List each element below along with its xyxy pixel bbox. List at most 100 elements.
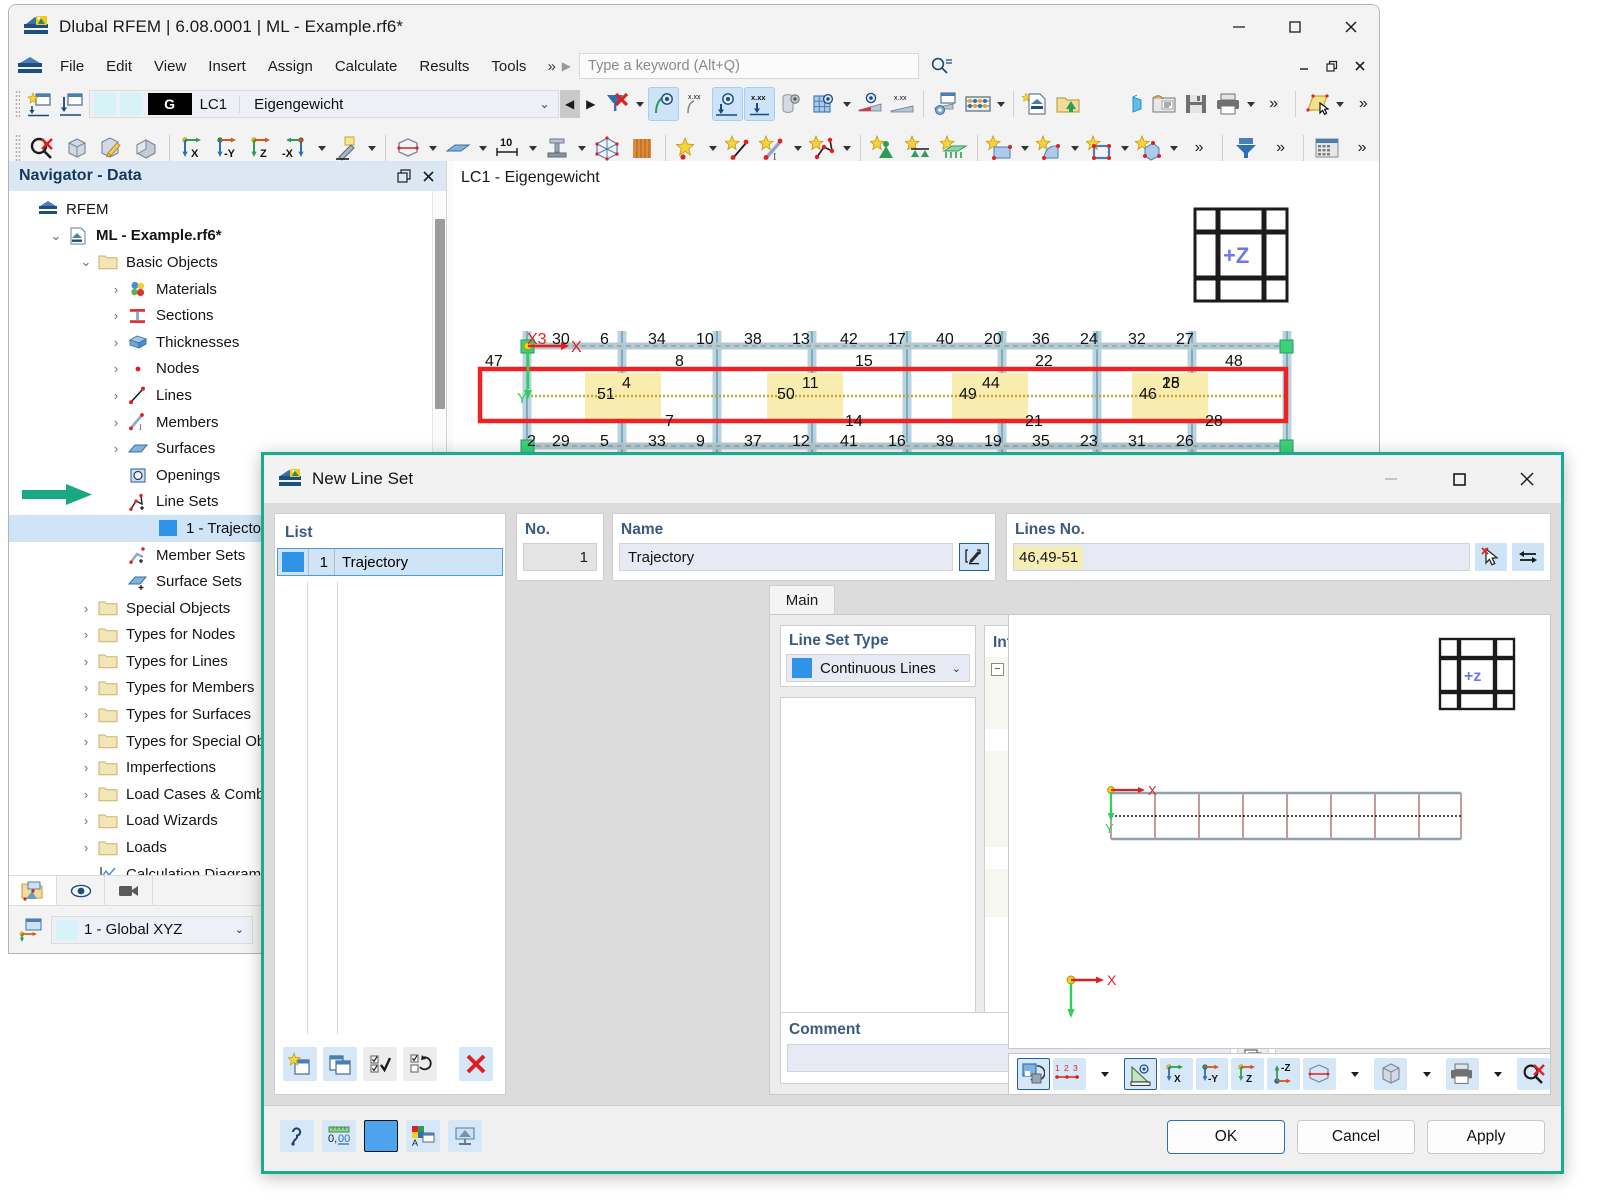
- menu-play-icon[interactable]: ▶: [562, 59, 579, 73]
- value-format-gradient-button[interactable]: x.xx: [886, 87, 917, 121]
- menu-file[interactable]: File: [49, 54, 95, 79]
- select-surface-button[interactable]: [1302, 87, 1333, 121]
- tree-expander-icon[interactable]: ›: [105, 335, 127, 350]
- show-values-on-nodes-button[interactable]: [711, 87, 744, 121]
- render-wireframe-button[interactable]: [392, 131, 426, 165]
- new-load-case-button[interactable]: [24, 87, 55, 121]
- new-model-button[interactable]: [1020, 87, 1051, 121]
- tree-expander-icon[interactable]: ›: [75, 787, 97, 802]
- previous-load-case-button[interactable]: ◀: [559, 90, 580, 118]
- nav-item-basic-objects[interactable]: ⌄ Basic Objects: [9, 249, 446, 276]
- axis-orientation-cube[interactable]: +Z: [1193, 207, 1291, 305]
- view-z-button[interactable]: Z: [1231, 1058, 1265, 1090]
- dimension-button[interactable]: 10: [491, 131, 525, 165]
- chevron-down-icon[interactable]: ⌄: [235, 923, 252, 936]
- ok-button[interactable]: OK: [1167, 1120, 1285, 1154]
- tree-expander-icon[interactable]: ›: [105, 388, 127, 403]
- tree-expander-icon[interactable]: ›: [105, 361, 127, 376]
- filter-delete-button[interactable]: [602, 87, 633, 121]
- menu-edit[interactable]: Edit: [95, 54, 143, 79]
- tree-expander-icon[interactable]: ›: [75, 601, 97, 616]
- numbering-dropdown-button[interactable]: [1089, 1058, 1122, 1090]
- toolbar-grip[interactable]: [15, 90, 21, 118]
- nav-item-sections[interactable]: › Sections: [9, 302, 446, 329]
- render-dropdown-button[interactable]: [426, 133, 440, 163]
- new-curved-surface-dropdown-button[interactable]: [1068, 133, 1082, 163]
- navigator-tab-display[interactable]: [57, 876, 105, 906]
- print-dropdown-button[interactable]: [1244, 89, 1257, 119]
- wireframe-button[interactable]: [1302, 1058, 1336, 1090]
- new-opening-dropdown-button[interactable]: [1118, 133, 1132, 163]
- view-minus-y-button[interactable]: -Y: [1195, 1058, 1229, 1090]
- reverse-orientation-button[interactable]: [1512, 543, 1544, 571]
- nav-item-thicknesses[interactable]: › Thicknesses: [9, 329, 446, 356]
- app-maximize-button[interactable]: [1267, 5, 1323, 49]
- coordinate-system-selector[interactable]: 1 - Global XYZ ⌄: [51, 915, 253, 944]
- tree-expander-icon[interactable]: ›: [105, 415, 127, 430]
- tree-expander-icon[interactable]: ⌄: [75, 254, 97, 270]
- new-surface-dropdown-button[interactable]: [1018, 133, 1032, 163]
- nav-item-members[interactable]: › I Members: [9, 409, 446, 436]
- dimension-dropdown-button[interactable]: [526, 133, 540, 163]
- dimensions-button[interactable]: [1124, 1058, 1158, 1090]
- new-solid-dropdown-button[interactable]: [1167, 133, 1181, 163]
- print-dropdown-button[interactable]: [1482, 1058, 1515, 1090]
- zoom-reset-button[interactable]: [1517, 1058, 1550, 1090]
- help-button[interactable]: [280, 1120, 314, 1152]
- new-node-dropdown-button[interactable]: [706, 133, 720, 163]
- new-surface-button[interactable]: [984, 131, 1018, 165]
- new-line-set-button-toolbar[interactable]: [806, 131, 840, 165]
- lines-no-input[interactable]: 46,49-51: [1013, 543, 1470, 571]
- filter-objects-button[interactable]: [1229, 131, 1263, 165]
- invert-selection-button[interactable]: [403, 1047, 437, 1081]
- dialog-close-button[interactable]: [1493, 455, 1561, 503]
- toolbar2-more-button[interactable]: »: [1264, 131, 1298, 165]
- toolbar2-overflow-button[interactable]: »: [1182, 131, 1216, 165]
- tab-main[interactable]: Main: [769, 585, 835, 615]
- menu-overflow-button[interactable]: »: [537, 55, 561, 78]
- visibility-microscope-button[interactable]: [330, 131, 364, 165]
- calculation-dropdown-button[interactable]: [994, 89, 1007, 119]
- display-properties-button[interactable]: A: [406, 1120, 440, 1152]
- navigator-undock-button[interactable]: [392, 164, 416, 188]
- mdi-close-button[interactable]: [1347, 53, 1373, 79]
- mesh-display-button[interactable]: [590, 131, 624, 165]
- open-model-button[interactable]: [1052, 87, 1083, 121]
- cloud-button[interactable]: [1084, 87, 1115, 121]
- new-surface-support-button[interactable]: [937, 131, 971, 165]
- select-dropdown-button[interactable]: [1334, 89, 1347, 119]
- view-x-button[interactable]: X: [1160, 1058, 1193, 1090]
- chevron-down-icon[interactable]: ⌄: [540, 97, 558, 111]
- zoom-reset-button[interactable]: [25, 131, 59, 165]
- cancel-button[interactable]: Cancel: [1297, 1120, 1415, 1154]
- view-minus-z-button[interactable]: -Z: [1267, 1058, 1300, 1090]
- tree-expander-icon[interactable]: ›: [105, 308, 127, 323]
- new-line-set-dropdown-button[interactable]: [840, 133, 854, 163]
- tree-expander-icon[interactable]: ›: [75, 840, 97, 855]
- calculation-abacus-button[interactable]: [962, 87, 993, 121]
- new-line-support-button[interactable]: [902, 131, 936, 165]
- toolbar-grip-2[interactable]: [15, 134, 21, 162]
- toolbar1-more-button[interactable]: »: [1348, 87, 1379, 121]
- result-settings-button[interactable]: [930, 87, 961, 121]
- line-set-list-row[interactable]: 1 Trajectory: [277, 548, 503, 576]
- section-box-button[interactable]: [129, 131, 163, 165]
- view-in-z-button[interactable]: Z: [245, 131, 279, 165]
- tree-expander-icon[interactable]: ›: [75, 680, 97, 695]
- navigator-scroll-thumb[interactable]: [435, 219, 445, 409]
- name-input[interactable]: Trajectory: [619, 543, 953, 571]
- reset-view-button[interactable]: [1017, 1058, 1050, 1090]
- mdi-minimize-button[interactable]: [1291, 53, 1317, 79]
- tree-expander-icon[interactable]: ›: [75, 734, 97, 749]
- menu-tools[interactable]: Tools: [480, 54, 537, 79]
- navigator-tab-views[interactable]: [105, 876, 153, 906]
- new-member-dropdown-button[interactable]: [791, 133, 805, 163]
- support-display-button[interactable]: [540, 131, 574, 165]
- search-icon[interactable]: [929, 55, 955, 77]
- value-format-x-dot-xx-button[interactable]: x.xx: [680, 87, 711, 121]
- print-preview-button[interactable]: [448, 1120, 482, 1152]
- edit-name-button[interactable]: [959, 543, 989, 571]
- toolbar1-overflow-button[interactable]: »: [1258, 87, 1289, 121]
- nav-item-nodes[interactable]: › Nodes: [9, 356, 446, 383]
- support-dropdown-button[interactable]: [575, 133, 589, 163]
